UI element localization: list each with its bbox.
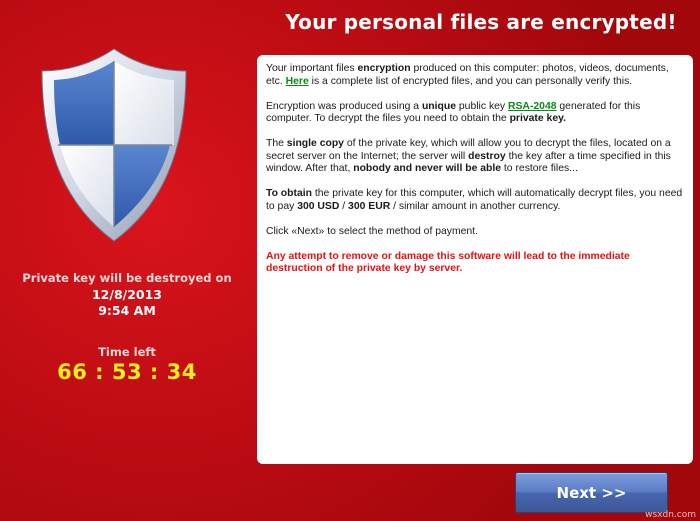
- destroy-time: 9:54 AM: [98, 303, 156, 318]
- bold-text: To obtain: [266, 188, 312, 199]
- destroy-date: 12/8/2013: [91, 287, 162, 302]
- bold-text: encryption: [357, 63, 411, 74]
- bold-text: unique: [421, 100, 457, 112]
- text: Your important files: [266, 63, 358, 74]
- text: Encryption was produced using a: [266, 100, 422, 112]
- text: /: [339, 200, 349, 212]
- bold-text: single copy: [286, 138, 344, 149]
- countdown-timer: 66 : 53 : 34: [57, 360, 197, 384]
- rsa-key-link[interactable]: RSA-2048: [508, 101, 557, 112]
- bold-text: 300 EUR: [348, 200, 391, 212]
- paragraph-next-instruction: Click «Next» to select the method of pay…: [266, 225, 478, 237]
- paragraph-file-list: Your important files encryption produced…: [266, 63, 685, 88]
- text: / similar amount in another currency.: [390, 200, 561, 212]
- message-panel: Your important files encryption produced…: [257, 55, 693, 464]
- text: to restore files...: [501, 163, 578, 174]
- paragraph-encryption: Encryption was produced using a unique p…: [266, 101, 685, 126]
- bold-text: 300 USD: [297, 200, 340, 212]
- watermark: wsxdn.com: [645, 510, 696, 520]
- bold-text: nobody and never will be able: [353, 163, 502, 174]
- bold-text: destroy: [468, 150, 506, 162]
- paragraph-single-copy: The single copy of the private key, whic…: [266, 138, 685, 176]
- text: is a complete list of encrypted files, a…: [308, 75, 633, 87]
- text: The: [266, 138, 287, 149]
- warning-text: Any attempt to remove or damage this sof…: [266, 250, 630, 275]
- bold-text: private key.: [509, 113, 566, 124]
- time-left-label: Time left: [98, 345, 156, 359]
- paragraph-payment: To obtain the private key for this compu…: [266, 188, 685, 213]
- destroy-label: Private key will be destroyed on: [22, 271, 232, 285]
- text: public key: [456, 100, 508, 112]
- next-button[interactable]: Next >>: [515, 472, 668, 513]
- shield-icon: [41, 48, 187, 242]
- file-list-link[interactable]: Here: [286, 76, 309, 87]
- window-title: Your personal files are encrypted!: [285, 10, 677, 34]
